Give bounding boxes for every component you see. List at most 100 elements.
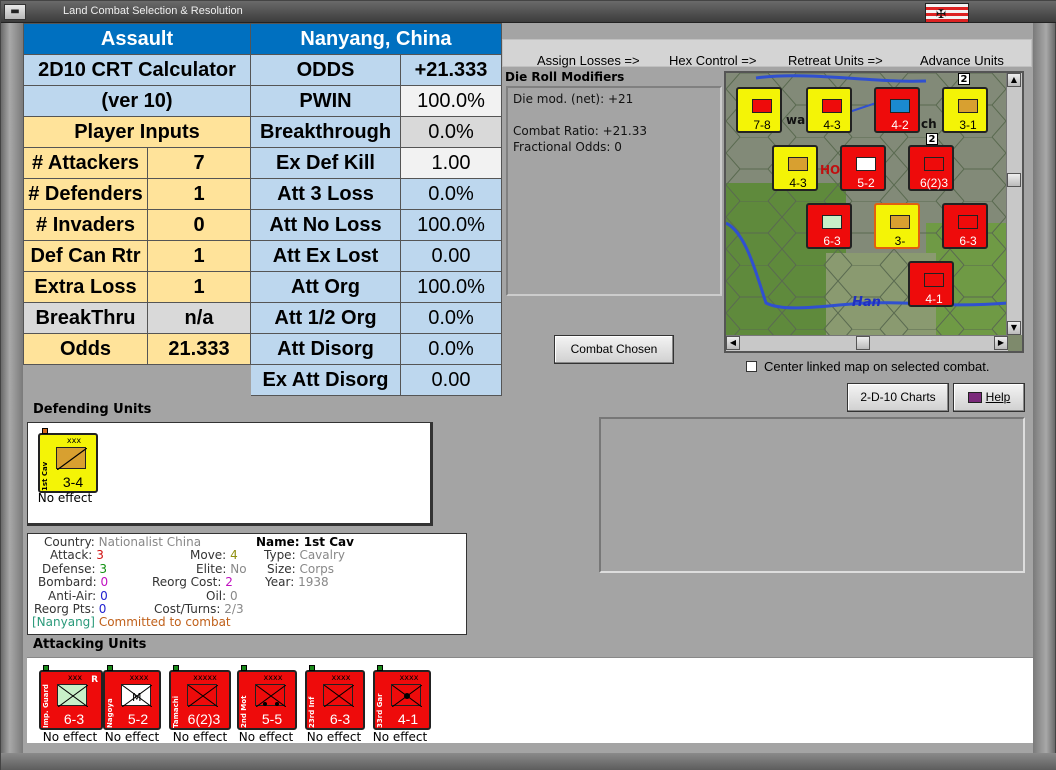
advance-units-link[interactable]: Advance Units [920, 53, 1004, 68]
attacking-unit-counter[interactable]: Nagoya xxxx M 5-2 [103, 665, 161, 730]
input-value[interactable]: 1 [147, 240, 251, 272]
map-vertical-scrollbar[interactable]: ▲ ▼ [1006, 73, 1022, 335]
scroll-thumb[interactable] [1007, 173, 1021, 187]
defending-units-panel: 1st Cav xxx 3-4 No effect [27, 422, 433, 526]
combat-chosen-button[interactable]: Combat Chosen [554, 335, 674, 364]
unit-symbol [924, 273, 944, 287]
map-unit-counter[interactable]: 3-1 [942, 87, 988, 133]
input-value[interactable]: 0 [147, 209, 251, 241]
help-button[interactable]: Help [953, 383, 1025, 412]
assign-losses-link[interactable]: Assign Losses => [537, 53, 640, 68]
unit-strength: 6-3 [959, 234, 977, 248]
combat-window: ▬ Land Combat Selection & Resolution ✠ A… [0, 0, 1056, 770]
unit-strength: 5-5 [261, 711, 283, 727]
attacking-units-panel: Imp. Guard xxx R 6-3 No effect Nagoya xx… [27, 657, 1033, 744]
retreat-units-link[interactable]: Retreat Units => [788, 53, 883, 68]
result-label: Breakthrough [250, 116, 401, 148]
hex-control-link[interactable]: Hex Control => [669, 53, 756, 68]
input-value[interactable]: 1 [147, 271, 251, 303]
garrison-symbol-icon [391, 684, 423, 708]
name-value: 1st Cav [303, 535, 354, 549]
defense-value: 3 [99, 561, 107, 576]
scroll-left-icon[interactable]: ◀ [726, 336, 740, 350]
unit-status-dot [241, 665, 247, 671]
combat-ratio-line: Combat Ratio: +21.33 [513, 124, 647, 138]
map-unit-counter[interactable]: 4-3 [772, 145, 818, 191]
map-unit-counter[interactable]: 6-3 [942, 203, 988, 249]
attacking-unit-counter[interactable]: Imp. Guard xxx R 6-3 [39, 665, 103, 730]
attacking-unit-counter[interactable]: 23rd Inf xxxx 6-3 [305, 665, 365, 730]
input-label: Def Can Rtr [23, 240, 148, 272]
player-inputs-header: Player Inputs [23, 116, 251, 148]
crt-header-right: Nanyang, China [250, 23, 502, 55]
input-value[interactable]: 7 [147, 147, 251, 179]
unit-info-panel: Country: Nationalist China Attack: 3 Def… [27, 533, 467, 635]
map-unit-counter[interactable]: 5-2 [840, 145, 886, 191]
unit-symbol [856, 157, 876, 171]
bombard-value: 0 [100, 575, 109, 590]
size-value: Corps [299, 561, 335, 576]
attack-label: Attack: [50, 548, 93, 563]
unit-symbol [788, 157, 808, 171]
content-area: Assault Nanyang, China 2D10 CRT Calculat… [23, 23, 1033, 753]
window-title: Land Combat Selection & Resolution [63, 5, 243, 17]
map-unit-counter[interactable]: 6-3 [806, 203, 852, 249]
unit-result: No effect [306, 730, 362, 744]
scroll-down-icon[interactable]: ▼ [1007, 321, 1021, 335]
unit-symbol [890, 99, 910, 113]
map-label: wa [786, 113, 806, 127]
attacking-units-title: Attacking Units [33, 637, 147, 652]
map-unit-counter[interactable]: 7-8 [736, 87, 782, 133]
result-label: Ex Att Disorg [250, 364, 401, 396]
input-label: Extra Loss [23, 271, 148, 303]
system-menu-icon[interactable]: ▬ [4, 4, 26, 20]
result-label: Att No Loss [250, 209, 401, 241]
window-frame-bottom [1, 753, 1056, 770]
unit-symbol [924, 157, 944, 171]
center-linked-checkbox[interactable] [746, 361, 757, 372]
scroll-up-icon[interactable]: ▲ [1007, 73, 1021, 87]
map-unit-counter[interactable]: 6(2)3 [908, 145, 954, 191]
map-unit-counter[interactable]: 4-1 [908, 261, 954, 307]
unit-strength: 6-3 [63, 711, 85, 727]
unit-strength: 3- [894, 234, 906, 248]
help-label: Help [985, 390, 1011, 404]
reorgpts-label: Reorg Pts: [34, 602, 95, 616]
attacking-unit-counter[interactable]: 33rd Gar xxxx 4-1 [373, 665, 431, 730]
window-frame-right [1033, 23, 1055, 763]
result-label: PWIN [250, 85, 401, 117]
unit-status-dot [309, 665, 315, 671]
map-unit-counter[interactable]: 4-2 [874, 87, 920, 133]
result-value: 0.0% [400, 302, 502, 334]
unit-result: No effect [104, 730, 160, 744]
map-unit-counter[interactable]: 4-3 [806, 87, 852, 133]
map-horizontal-scrollbar[interactable]: ◀ ▶ [726, 335, 1008, 351]
result-label: Att Org [250, 271, 401, 303]
input-value[interactable]: 1 [147, 178, 251, 210]
reorgpts-value: 0 [98, 602, 107, 616]
defending-unit-counter[interactable]: 1st Cav xxx 3-4 [38, 428, 98, 493]
result-value: 0.00 [400, 364, 502, 396]
unit-size: xxxx [263, 673, 283, 682]
input-label: BreakThru [23, 302, 148, 334]
result-value: 0.0% [400, 333, 502, 365]
elite-label: Elite: [196, 561, 227, 576]
attacking-unit-counter[interactable]: Tamachi xxxxx 6(2)3 [169, 665, 231, 730]
charts-button[interactable]: 2-D-10 Charts [847, 383, 949, 412]
unit-strength: 4-3 [789, 176, 807, 190]
scroll-right-icon[interactable]: ▶ [994, 336, 1008, 350]
mountain-infantry-symbol-icon: M [121, 684, 153, 708]
unit-strength: 5-2 [127, 711, 149, 727]
map-unit-counter-selected[interactable]: 3- [874, 203, 920, 249]
result-label: Att Disorg [250, 333, 401, 365]
country-label: Country: [44, 535, 95, 549]
unit-symbol [890, 215, 910, 229]
attacking-unit-counter[interactable]: 2nd Mot xxxx 5-5 [237, 665, 297, 730]
linked-map[interactable]: Han wa ch HO 2 2 7-8 4-3 4-2 3-1 4-3 5-2… [724, 71, 1024, 353]
cavalry-symbol-icon [56, 447, 88, 471]
scroll-thumb[interactable] [856, 336, 870, 350]
flag-icon: ✠ [925, 3, 969, 23]
unit-symbol [822, 215, 842, 229]
result-value: 1.00 [400, 147, 502, 179]
unit-strength: 4-1 [397, 711, 419, 727]
